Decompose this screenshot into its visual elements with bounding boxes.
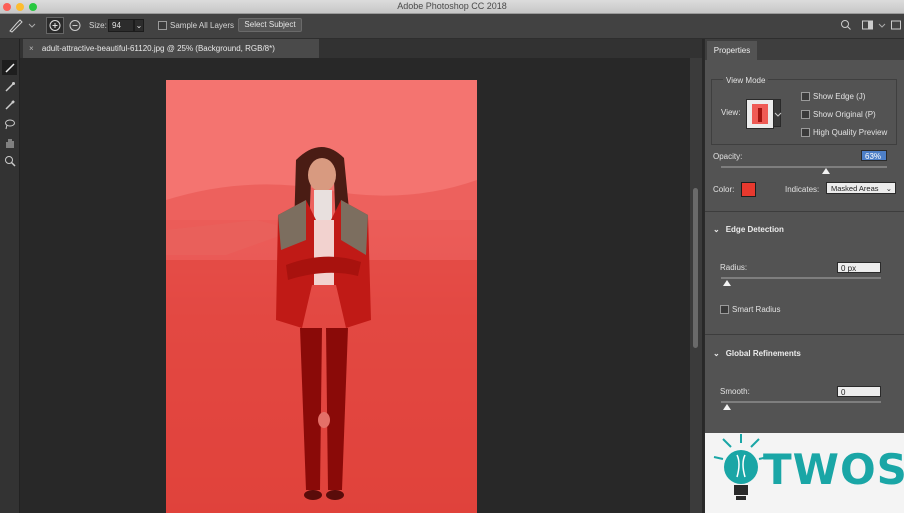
global-refinements-heading[interactable]: ⌄ Global Refinements xyxy=(713,349,801,358)
checkbox-icon[interactable] xyxy=(720,305,729,315)
panel-toggle-icon[interactable] xyxy=(890,18,902,33)
options-bar: Size: 94 ⌄ Sample All Layers Select Subje… xyxy=(0,14,904,39)
high-quality-preview-label: High Quality Preview xyxy=(813,128,888,137)
select-subject-button[interactable]: Select Subject xyxy=(238,18,302,32)
smooth-label: Smooth: xyxy=(720,387,750,396)
radius-label: Radius: xyxy=(720,263,748,272)
view-mode-dropdown-icon[interactable] xyxy=(773,99,782,127)
checkbox-icon[interactable] xyxy=(801,110,810,120)
opacity-label: Opacity: xyxy=(713,152,743,161)
chevron-down-icon: ⌄ xyxy=(713,349,720,358)
opacity-input[interactable]: 63% xyxy=(861,150,887,161)
watermark-text: TWOS xyxy=(763,445,904,494)
view-mode-thumbnail[interactable] xyxy=(746,99,774,129)
toolbar xyxy=(0,39,20,513)
high-quality-preview-checkbox[interactable]: High Quality Preview xyxy=(801,128,888,138)
checkbox-icon[interactable] xyxy=(801,128,810,138)
smooth-input[interactable]: 0 xyxy=(837,386,881,397)
zoom-icon[interactable] xyxy=(2,153,17,168)
opacity-slider-knob[interactable] xyxy=(821,168,830,174)
show-original-label: Show Original (P) xyxy=(813,110,876,119)
sample-all-layers-label: Sample All Layers xyxy=(170,21,235,30)
search-icon[interactable] xyxy=(840,18,852,33)
sample-all-layers-checkbox[interactable]: Sample All Layers xyxy=(158,18,234,33)
document-tab[interactable]: × adult-attractive-beautiful-61120.jpg @… xyxy=(23,39,319,58)
global-refinements-title: Global Refinements xyxy=(725,349,801,358)
workspace-dropdown-icon[interactable] xyxy=(878,18,886,33)
indicates-label: Indicates: xyxy=(785,185,820,194)
scrollbar-thumb[interactable] xyxy=(693,188,698,348)
vertical-scrollbar[interactable] xyxy=(690,58,702,513)
size-dropdown-icon[interactable]: ⌄ xyxy=(134,19,144,32)
document-tab-title: adult-attractive-beautiful-61120.jpg @ 2… xyxy=(41,44,275,53)
panel-header: Properties xyxy=(705,39,904,60)
section-divider xyxy=(705,334,904,335)
section-divider xyxy=(705,211,904,212)
opacity-slider-track[interactable] xyxy=(721,166,887,168)
smart-radius-label: Smart Radius xyxy=(732,305,781,314)
smart-radius-checkbox[interactable]: Smart Radius xyxy=(720,305,781,315)
brush-size-input[interactable]: 94 xyxy=(108,19,134,32)
canvas-area[interactable] xyxy=(20,58,690,513)
checkbox-icon[interactable] xyxy=(801,92,810,102)
indicates-select[interactable]: Masked Areas ⌄ xyxy=(826,182,896,194)
show-edge-checkbox[interactable]: Show Edge (J) xyxy=(801,92,866,102)
size-label: Size: xyxy=(89,21,107,30)
overlay-color-swatch[interactable] xyxy=(741,182,756,197)
add-to-selection-icon[interactable] xyxy=(46,17,64,34)
edge-detection-title: Edge Detection xyxy=(725,225,784,234)
tab-properties[interactable]: Properties xyxy=(707,41,757,60)
quick-selection-tool-icon[interactable] xyxy=(2,60,17,75)
refine-edge-brush-icon[interactable] xyxy=(2,79,17,94)
show-edge-label: Show Edge (J) xyxy=(813,92,866,101)
color-label: Color: xyxy=(713,185,735,194)
title-bar: Adobe Photoshop CC 2018 xyxy=(0,0,904,14)
checkbox-icon[interactable] xyxy=(158,21,167,31)
tool-dropdown-icon[interactable] xyxy=(28,17,38,34)
smooth-slider-knob[interactable] xyxy=(723,404,731,410)
subtract-from-selection-icon[interactable] xyxy=(67,18,83,33)
close-tab-icon[interactable]: × xyxy=(29,44,34,53)
smooth-slider-track[interactable] xyxy=(721,401,881,403)
view-preview-icon xyxy=(752,104,768,124)
edge-detection-heading[interactable]: ⌄ Edge Detection xyxy=(713,225,784,234)
radius-slider-track[interactable] xyxy=(721,277,881,279)
brush-icon[interactable] xyxy=(2,97,17,112)
watermark: TWOS xyxy=(705,433,904,513)
photo-with-mask-overlay[interactable] xyxy=(166,80,477,513)
workspace-icon[interactable] xyxy=(861,18,875,33)
photo-illustration xyxy=(166,80,477,513)
lasso-icon[interactable] xyxy=(2,116,17,131)
window-title: Adobe Photoshop CC 2018 xyxy=(397,1,507,11)
chevron-down-icon: ⌄ xyxy=(885,184,892,193)
chevron-down-icon: ⌄ xyxy=(713,225,720,234)
radius-slider-knob[interactable] xyxy=(723,280,731,286)
radius-input[interactable]: 0 px xyxy=(837,262,881,273)
show-original-checkbox[interactable]: Show Original (P) xyxy=(801,110,876,120)
hand-icon[interactable] xyxy=(2,135,17,150)
document-tab-bar: × adult-attractive-beautiful-61120.jpg @… xyxy=(20,39,702,58)
view-label: View: xyxy=(721,108,741,117)
brush-tool-icon[interactable] xyxy=(8,18,24,33)
lightbulb-logo-icon xyxy=(713,434,769,500)
indicates-value: Masked Areas xyxy=(831,184,879,193)
view-mode-heading: View Mode xyxy=(723,76,769,85)
